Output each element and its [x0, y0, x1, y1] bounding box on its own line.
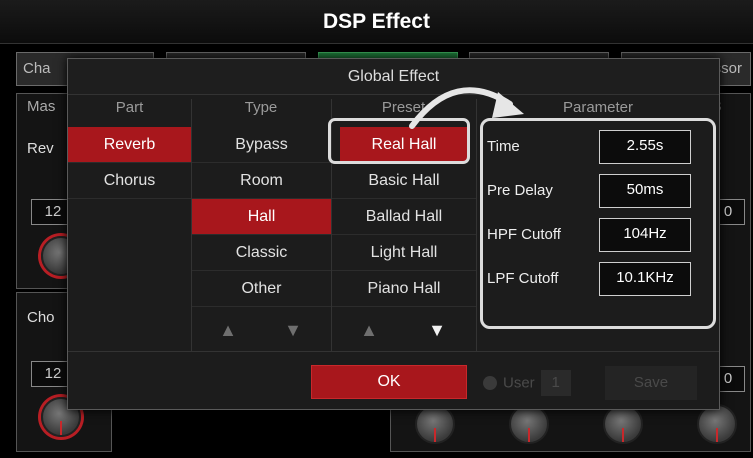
bg-left-label-2: Rev	[27, 140, 54, 157]
type-item-hall[interactable]: Hall	[192, 199, 331, 235]
footer-divider	[68, 351, 719, 352]
divider-3	[476, 99, 477, 351]
user-row: User 1	[483, 370, 571, 396]
bg-knob-6[interactable]	[697, 404, 737, 444]
bg-tab-1-label: Cha	[23, 60, 51, 77]
parameter-highlight-outline	[480, 118, 716, 329]
type-item-other[interactable]: Other	[192, 271, 331, 307]
header-part: Part	[115, 99, 144, 116]
part-item-reverb[interactable]: Reverb	[68, 127, 191, 163]
user-number-box[interactable]: 1	[540, 370, 571, 396]
preset-item-light-hall[interactable]: Light Hall	[332, 235, 476, 271]
bg-left-label-3: Cho	[27, 309, 55, 326]
type-item-classic[interactable]: Classic	[192, 235, 331, 271]
bg-left-label-1: Mas	[27, 98, 56, 115]
bg-knob-5[interactable]	[603, 404, 643, 444]
type-page-down-icon[interactable]: ▼	[268, 311, 318, 349]
bg-knob-4[interactable]	[509, 404, 549, 444]
user-radio-icon[interactable]	[483, 376, 497, 390]
type-page-up-icon[interactable]: ▲	[203, 311, 253, 349]
part-item-chorus[interactable]: Chorus	[68, 163, 191, 199]
header-type: Type	[244, 99, 278, 116]
ok-button[interactable]: OK	[311, 365, 467, 399]
dialog-title: Global Effect	[68, 59, 719, 95]
preset-item-piano-hall[interactable]: Piano Hall	[332, 271, 476, 307]
type-list: Bypass Room Hall Classic Other	[192, 127, 331, 307]
type-item-bypass[interactable]: Bypass	[192, 127, 331, 163]
user-label: User	[503, 374, 535, 392]
preset-item-basic-hall[interactable]: Basic Hall	[332, 163, 476, 199]
bg-knob-3[interactable]	[415, 404, 455, 444]
preset-page-up-icon[interactable]: ▲	[344, 311, 394, 349]
save-button[interactable]: Save	[605, 366, 697, 400]
curved-arrow-icon	[409, 87, 524, 129]
part-list: Reverb Chorus	[68, 127, 191, 199]
preset-page-down-icon[interactable]: ▼	[412, 311, 462, 349]
preset-item-ballad-hall[interactable]: Ballad Hall	[332, 199, 476, 235]
window-title: DSP Effect	[0, 0, 753, 44]
type-item-room[interactable]: Room	[192, 163, 331, 199]
